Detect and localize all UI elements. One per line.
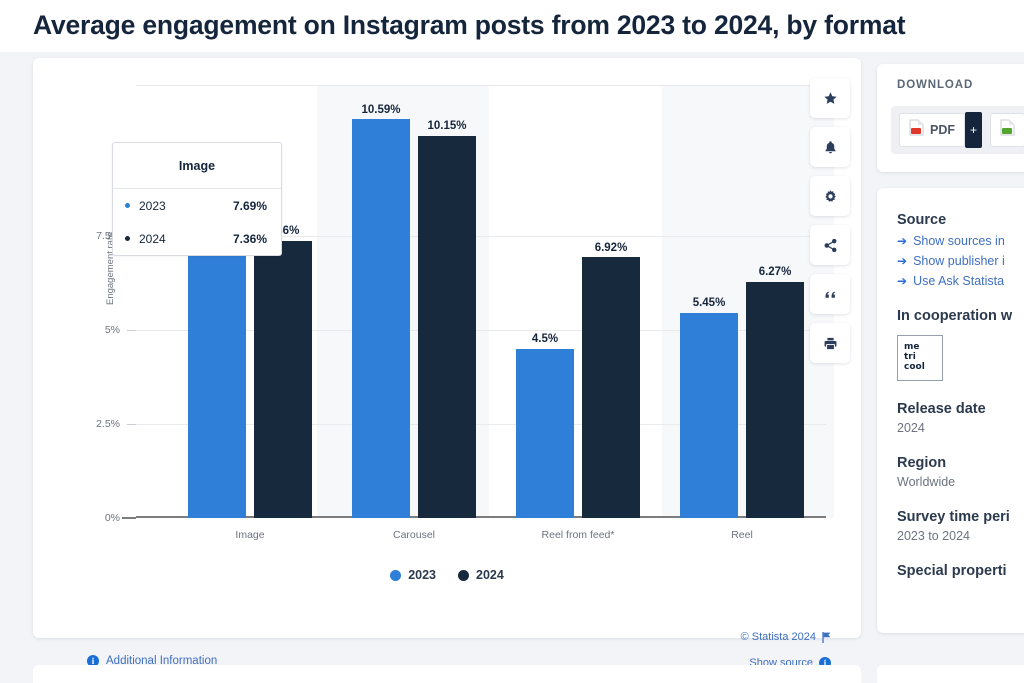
legend-dot-icon — [390, 569, 402, 581]
page-title: Average engagement on Instagram posts fr… — [33, 10, 906, 40]
release-date-value: 2024 — [897, 421, 925, 435]
flag-icon[interactable] — [822, 631, 831, 643]
download-card: DOWNLOAD PDF + — [877, 64, 1024, 172]
x-tick-label: Carousel — [392, 529, 436, 541]
bar-label: 10.15% — [427, 120, 467, 133]
y-tick-mark — [127, 424, 136, 426]
arrow-right-icon: ➔ — [897, 274, 908, 288]
release-date-heading: Release date — [897, 401, 986, 417]
region-heading: Region — [897, 455, 947, 471]
logo-line: cool — [904, 361, 925, 372]
bar-2024-carousel[interactable] — [418, 135, 476, 518]
download-title: DOWNLOAD — [897, 79, 974, 91]
bar-2024-image[interactable] — [254, 240, 312, 518]
bar-label: 10.59% — [361, 103, 401, 116]
tooltip-series-name: 2024 — [139, 231, 166, 246]
bar-2024-reel[interactable] — [746, 281, 804, 518]
cooperation-heading: In cooperation w — [897, 308, 1013, 324]
next-sidebar-card — [877, 665, 1024, 683]
legend-item-2024[interactable]: 2024 — [458, 568, 504, 582]
bar-2023-image[interactable] — [188, 228, 246, 518]
tooltip-row: 2023 7.69% — [113, 189, 281, 222]
y-tick-label: 2.5% — [96, 418, 120, 431]
series-dot-icon — [125, 236, 130, 241]
chart-action-toolbar — [810, 78, 850, 363]
bar-2023-reel-from-feed[interactable] — [516, 348, 574, 518]
legend-item-2023[interactable]: 2023 — [390, 568, 436, 582]
bell-icon[interactable] — [810, 127, 850, 167]
bar-2023-reel[interactable] — [680, 312, 738, 518]
survey-period-value: 2023 to 2024 — [897, 529, 970, 543]
tooltip-series-value: 7.36% — [232, 231, 267, 246]
show-publisher-label: Show publisher i — [913, 254, 1005, 268]
chart-card: 7.5% 5% 2.5% 0% 7.69% 7.36% Image 10.59%… — [33, 58, 861, 669]
next-section-card — [33, 665, 861, 683]
bar-label: 6.27% — [758, 266, 792, 279]
metricool-logo: me tri cool — [897, 335, 943, 381]
series-dot-icon — [125, 203, 130, 208]
arrow-right-icon: ➔ — [897, 234, 908, 248]
bar-2023-carousel[interactable] — [352, 119, 410, 518]
pdf-file-icon — [909, 119, 924, 141]
tooltip-series-name: 2023 — [139, 198, 166, 213]
show-publisher-link[interactable]: ➔ Show publisher i — [897, 254, 1024, 268]
bar-2024-reel-from-feed[interactable] — [582, 257, 640, 518]
legend-label: 2024 — [476, 568, 504, 582]
download-pdf-button[interactable]: PDF — [899, 113, 965, 147]
statista-chart-page: Average engagement on Instagram posts fr… — [0, 0, 1024, 683]
x-tick-label: Image — [235, 529, 265, 541]
tooltip-header: Image — [113, 143, 281, 189]
star-icon[interactable] — [810, 78, 850, 118]
survey-period-heading: Survey time peri — [897, 509, 1010, 525]
y-tick-label: 5% — [104, 323, 120, 336]
legend-label: 2023 — [408, 568, 436, 582]
y-tick-label: 0% — [104, 512, 120, 524]
printer-icon[interactable] — [810, 323, 850, 363]
gear-icon[interactable] — [810, 176, 850, 216]
y-tick-mark — [122, 517, 136, 519]
tooltip-series-value: 7.69% — [232, 198, 267, 213]
x-tick-label: Reel from feed* — [541, 529, 615, 541]
gridline — [136, 85, 826, 86]
arrow-right-icon: ➔ — [897, 254, 908, 268]
show-sources-link[interactable]: ➔ Show sources in — [897, 234, 1024, 248]
download-more-formats-button[interactable]: + — [965, 112, 982, 148]
show-sources-label: Show sources in — [913, 234, 1005, 248]
download-xls-button[interactable] — [990, 113, 1024, 147]
copyright-notice: © Statista 2024 — [741, 631, 831, 643]
legend-dot-icon — [458, 569, 469, 581]
source-heading: Source — [897, 212, 947, 228]
bar-label: 6.92% — [594, 242, 628, 254]
ask-statista-label: Use Ask Statista — [913, 274, 1005, 288]
bar-label: 4.5% — [531, 333, 559, 346]
copyright-text: © Statista 2024 — [740, 631, 816, 643]
chart-tooltip: Image 2023 7.69% 2024 7.36% — [112, 142, 282, 256]
y-tick-mark — [127, 329, 136, 331]
download-button-tray: PDF + — [891, 106, 1024, 154]
x-tick-label: Reel — [731, 529, 753, 541]
tooltip-row: 2024 7.36% — [113, 222, 281, 255]
xls-file-icon — [1000, 119, 1015, 141]
chart-info-card: Source ➔ Show sources in ➔ Show publishe… — [877, 188, 1024, 633]
region-value: Worldwide — [897, 475, 956, 489]
quote-icon[interactable] — [810, 274, 850, 314]
chart-legend: 2023 2024 — [33, 568, 861, 582]
special-properties-heading: Special properti — [897, 563, 1007, 579]
share-icon[interactable] — [810, 225, 850, 265]
ask-statista-link[interactable]: ➔ Use Ask Statista — [897, 274, 1024, 288]
bar-label: 5.45% — [692, 297, 726, 310]
pdf-label: PDF — [930, 123, 955, 137]
